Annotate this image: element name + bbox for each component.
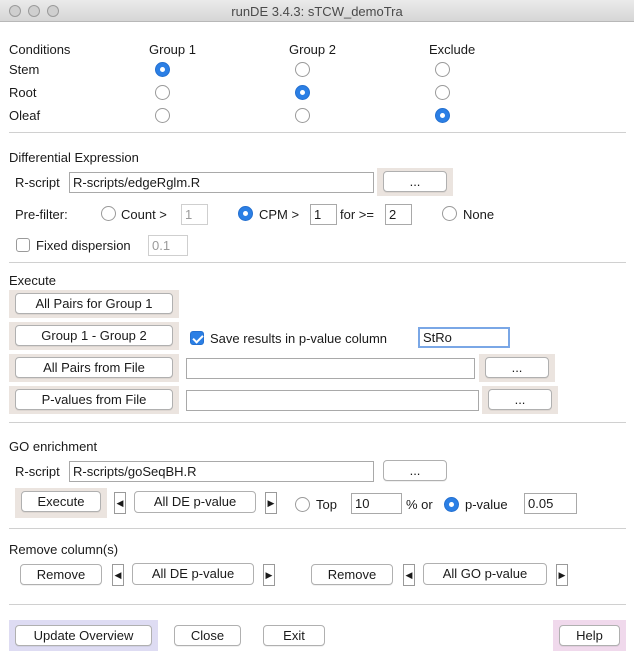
count-label: Count > xyxy=(121,207,167,222)
go-browse-button[interactable]: ... xyxy=(383,460,447,481)
go-de-select[interactable]: All DE p-value xyxy=(134,491,256,513)
none-radio[interactable] xyxy=(442,206,457,221)
right-arrow-icon[interactable]: ▶ xyxy=(556,564,568,586)
root-group2-radio[interactable] xyxy=(295,85,310,100)
divider xyxy=(9,132,626,133)
divider xyxy=(9,422,626,423)
pvalue-column-field[interactable]: StRo xyxy=(418,327,510,348)
update-overview-button[interactable]: Update Overview xyxy=(15,625,152,646)
pvalues-browse-button[interactable]: ... xyxy=(488,389,552,410)
de-rscript-label: R-script xyxy=(15,175,60,190)
fixed-dispersion-field[interactable]: 0.1 xyxy=(148,235,188,256)
de-browse-button[interactable]: ... xyxy=(383,171,447,192)
all-pairs-browse-button[interactable]: ... xyxy=(485,357,549,378)
close-button[interactable]: Close xyxy=(174,625,241,646)
oleaf-group2-radio[interactable] xyxy=(295,108,310,123)
help-button[interactable]: Help xyxy=(559,625,620,646)
top-label: Top xyxy=(316,497,337,512)
all-pairs-from-file-button[interactable]: All Pairs from File xyxy=(15,357,173,378)
cpm-label: CPM > xyxy=(259,207,300,222)
go-rscript-label: R-script xyxy=(15,464,60,479)
pvalue-field[interactable]: 0.05 xyxy=(524,493,577,514)
go-header: GO enrichment xyxy=(9,439,98,454)
group1-column-header: Group 1 xyxy=(149,42,196,57)
all-pairs-file-path-field[interactable] xyxy=(186,358,475,379)
oleaf-exclude-radio[interactable] xyxy=(435,108,450,123)
execute-header: Execute xyxy=(9,273,56,288)
for-field[interactable]: 2 xyxy=(385,204,412,225)
remove-de-button[interactable]: Remove xyxy=(20,564,102,585)
top-field[interactable]: 10 xyxy=(351,493,402,514)
fixed-dispersion-checkbox[interactable] xyxy=(16,238,30,252)
cpm-radio[interactable] xyxy=(238,206,253,221)
divider xyxy=(9,262,626,263)
for-label: for >= xyxy=(340,207,374,222)
condition-label-oleaf: Oleaf xyxy=(9,108,41,123)
go-execute-button[interactable]: Execute xyxy=(21,491,101,512)
conditions-header: Conditions xyxy=(9,42,71,57)
divider xyxy=(9,604,626,605)
left-arrow-icon[interactable]: ◀ xyxy=(112,564,124,586)
pvalues-from-file-button[interactable]: P-values from File xyxy=(15,389,173,410)
divider xyxy=(9,528,626,529)
left-arrow-icon[interactable]: ◀ xyxy=(114,492,126,514)
prefilter-label: Pre-filter: xyxy=(15,207,68,222)
window-title: runDE 3.4.3: sTCW_demoTra xyxy=(231,4,403,19)
pvalues-file-path-field[interactable] xyxy=(186,390,479,411)
stem-exclude-radio[interactable] xyxy=(435,62,450,77)
condition-label-stem: Stem xyxy=(9,62,40,77)
oleaf-group1-radio[interactable] xyxy=(155,108,170,123)
top-radio[interactable] xyxy=(295,497,310,512)
all-pairs-group1-button[interactable]: All Pairs for Group 1 xyxy=(15,293,173,314)
right-arrow-icon[interactable]: ▶ xyxy=(265,492,277,514)
count-radio[interactable] xyxy=(101,206,116,221)
exit-button[interactable]: Exit xyxy=(263,625,325,646)
left-arrow-icon[interactable]: ◀ xyxy=(403,564,415,586)
cpm-field[interactable]: 1 xyxy=(310,204,337,225)
stem-group2-radio[interactable] xyxy=(295,62,310,77)
stem-group1-radio[interactable] xyxy=(155,62,170,77)
group2-column-header: Group 2 xyxy=(289,42,336,57)
pvalue-label: p-value xyxy=(465,497,508,512)
go-rscript-field[interactable]: R-scripts/goSeqBH.R xyxy=(69,461,374,482)
root-exclude-radio[interactable] xyxy=(435,85,450,100)
count-field[interactable]: 1 xyxy=(181,204,208,225)
group1-group2-button[interactable]: Group 1 - Group 2 xyxy=(15,325,173,346)
remove-header: Remove column(s) xyxy=(9,542,119,557)
right-arrow-icon[interactable]: ▶ xyxy=(263,564,275,586)
save-results-label: Save results in p-value column xyxy=(210,331,388,346)
remove-go-button[interactable]: Remove xyxy=(311,564,393,585)
remove-de-select[interactable]: All DE p-value xyxy=(132,563,254,585)
none-label: None xyxy=(463,207,495,222)
remove-go-select[interactable]: All GO p-value xyxy=(423,563,547,585)
root-group1-radio[interactable] xyxy=(155,85,170,100)
pct-or-label: % or xyxy=(406,497,433,512)
exclude-column-header: Exclude xyxy=(429,42,476,57)
de-rscript-field[interactable]: R-scripts/edgeRglm.R xyxy=(69,172,374,193)
fixed-dispersion-label: Fixed dispersion xyxy=(36,238,131,253)
pvalue-radio[interactable] xyxy=(444,497,459,512)
de-header: Differential Expression xyxy=(9,150,139,165)
condition-label-root: Root xyxy=(9,85,37,100)
save-results-checkbox[interactable] xyxy=(190,331,204,345)
